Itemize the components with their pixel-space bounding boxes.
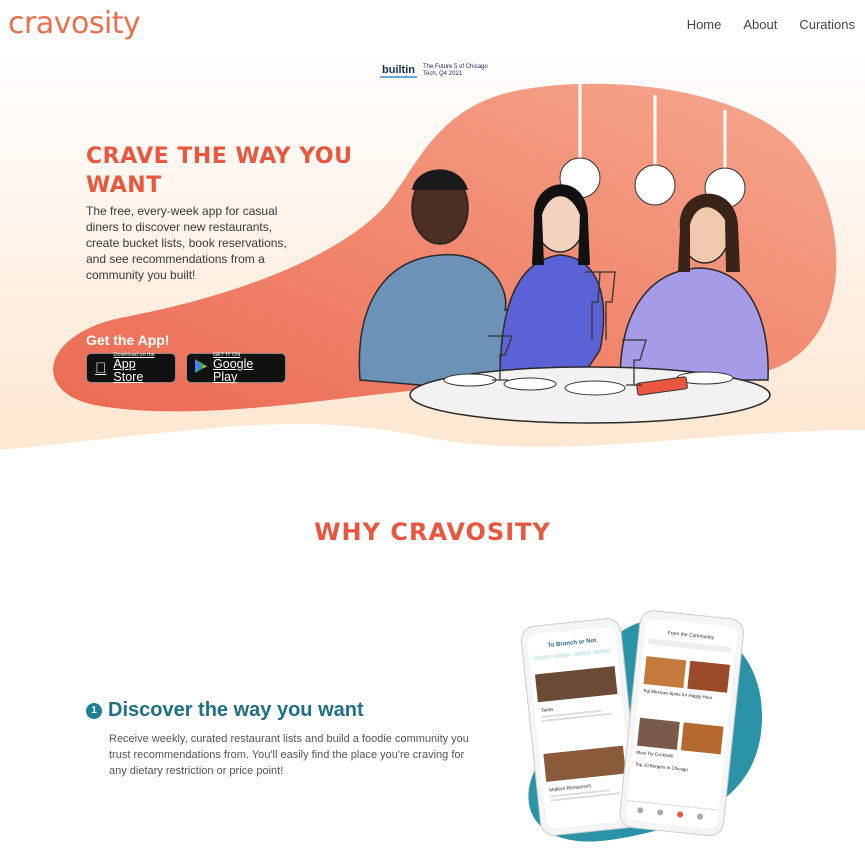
builtin-logo: builtin <box>380 64 417 78</box>
app-store-big: App Store <box>113 357 144 384</box>
app-phones-illustration: To Brunch or Not Tanta Mallers Restauran… <box>520 610 763 842</box>
nav-curations[interactable]: Curations <box>799 17 855 32</box>
hero-section: builtin The Future 5 of Chicago Tech, Q4… <box>0 50 865 470</box>
nav-about[interactable]: About <box>743 17 777 32</box>
google-play-icon <box>193 358 208 378</box>
app-store-button[interactable]:  Download on the App Store <box>86 352 176 384</box>
feature-heading: 1 Discover the way you want <box>86 699 364 722</box>
why-cravosity-title: WHY CRAVOSITY <box>314 518 551 546</box>
hero-description: The free, every-week app for casual dine… <box>86 204 287 282</box>
feature-number-badge: 1 <box>86 702 102 719</box>
site-header: cravosity Home About Curations <box>0 0 865 50</box>
feature-description: Receive weekly, curated restaurant lists… <box>109 733 469 777</box>
nav-home[interactable]: Home <box>687 17 722 32</box>
google-play-big: Google Play <box>213 357 254 384</box>
cravosity-logo[interactable]: cravosity <box>8 6 141 41</box>
hero-title: CRAVE THE WAY YOU WANT <box>86 144 353 198</box>
award-text: The Future 5 of Chicago Tech, Q4 2021 <box>423 64 488 77</box>
google-play-button[interactable]: GET IT ON Google Play <box>186 352 286 384</box>
apple-icon:  <box>93 360 108 377</box>
get-app-label: Get the App! <box>86 332 170 348</box>
builtin-award: builtin The Future 5 of Chicago Tech, Q4… <box>380 64 493 78</box>
feature-title: Discover the way you want <box>108 699 364 721</box>
main-nav: Home About Curations <box>687 17 855 32</box>
